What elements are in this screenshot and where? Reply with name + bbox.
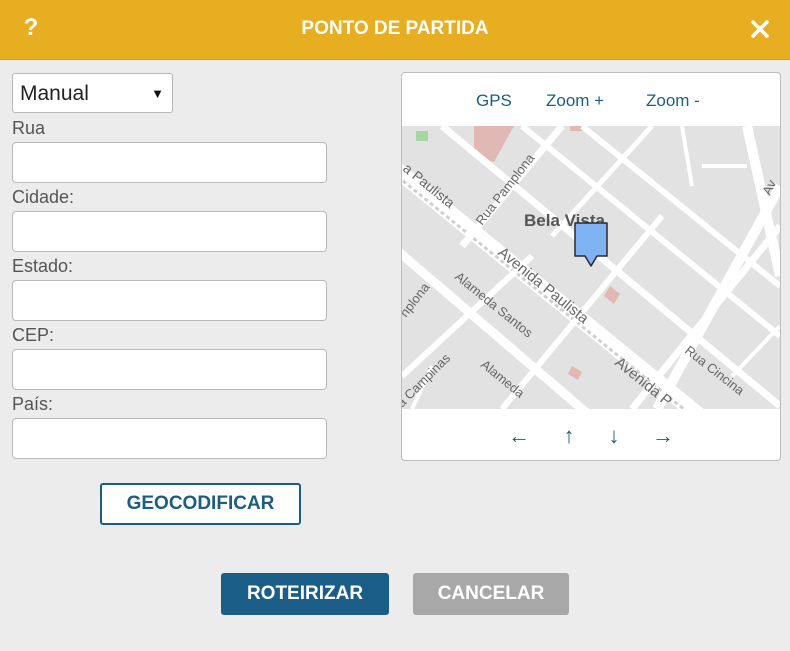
zoom-in-button[interactable]: Zoom + — [546, 91, 604, 111]
route-button[interactable]: ROTEIRIZAR — [221, 573, 389, 615]
pan-up-button[interactable]: ↑ — [557, 423, 581, 449]
dialog-titlebar: ? PONTO DE PARTIDA — [0, 0, 790, 60]
city-label: Cidade: — [12, 187, 75, 207]
gps-button[interactable]: GPS — [476, 91, 512, 111]
mode-select-value: Manual — [20, 82, 89, 105]
state-field[interactable] — [12, 280, 327, 321]
pan-right-button[interactable]: → — [651, 423, 675, 449]
dialog-title: PONTO DE PARTIDA — [301, 18, 489, 39]
street-map: Bela Vista Avenida Paulista Avenida P a … — [402, 126, 780, 409]
state-label: Estado: — [12, 256, 74, 276]
country-label: País: — [12, 394, 54, 414]
zoom-out-button[interactable]: Zoom - — [646, 91, 700, 111]
cancel-button: CANCELAR — [413, 573, 569, 615]
street-field[interactable] — [12, 142, 327, 183]
map-view[interactable]: Bela Vista Avenida Paulista Avenida P a … — [402, 126, 780, 409]
street-label: Rua — [12, 118, 46, 138]
zip-field[interactable] — [12, 349, 327, 390]
pan-left-button[interactable]: ← — [507, 423, 531, 449]
close-icon[interactable] — [746, 15, 774, 43]
chevron-down-icon: ▼ — [151, 86, 164, 101]
geocode-button[interactable]: GEOCODIFICAR — [100, 483, 301, 525]
pan-down-button[interactable]: ↓ — [602, 423, 626, 449]
mode-select[interactable]: Manual ▼ — [12, 73, 173, 113]
map-panel: GPS Zoom + Zoom - Bela Vista Avenida Pau… — [401, 72, 781, 461]
city-field[interactable] — [12, 211, 327, 252]
country-field[interactable] — [12, 418, 327, 459]
zip-label: CEP: — [12, 325, 55, 345]
